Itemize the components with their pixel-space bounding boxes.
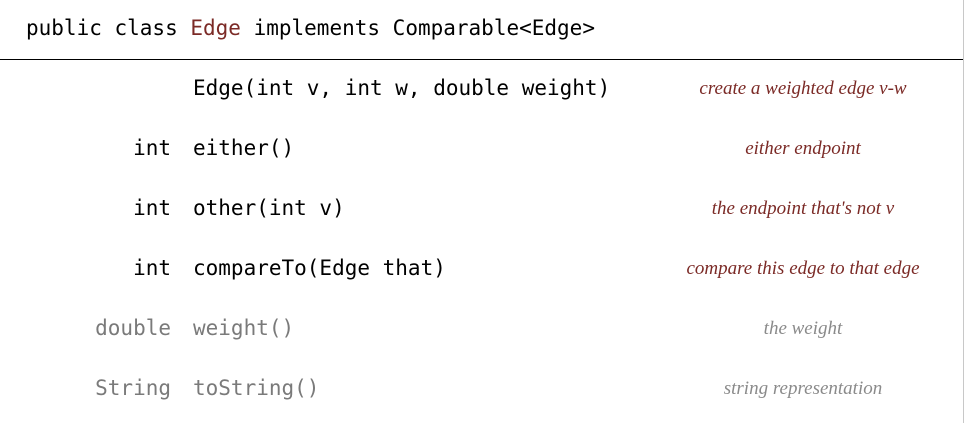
- api-row-weight: double weight() the weight: [0, 300, 963, 360]
- return-type: String: [95, 376, 171, 400]
- class-declaration-prefix: public class: [26, 16, 191, 40]
- return-type: double: [95, 316, 171, 340]
- api-row-compareto: int compareTo(Edge that) compare this ed…: [0, 240, 963, 300]
- api-table: Edge(int v, int w, double weight) create…: [0, 60, 963, 423]
- method-description: compare this edge to that edge: [686, 258, 920, 279]
- method-signature: weight(): [193, 316, 295, 340]
- right-border: [963, 0, 964, 423]
- api-row-constructor: Edge(int v, int w, double weight) create…: [0, 60, 963, 120]
- api-row-either: int either() either endpoint: [0, 120, 963, 180]
- return-type: int: [133, 136, 171, 160]
- return-type: int: [133, 196, 171, 220]
- api-header: public class Edge implements Comparable<…: [0, 0, 963, 59]
- class-name: Edge: [190, 16, 241, 40]
- return-type: int: [133, 256, 171, 280]
- method-description: either endpoint: [745, 138, 861, 159]
- method-signature: compareTo(Edge that): [193, 256, 446, 280]
- method-description: string representation: [723, 378, 883, 399]
- method-signature: either(): [193, 136, 295, 160]
- method-description: the weight: [763, 318, 843, 339]
- method-signature: toString(): [193, 376, 320, 400]
- method-signature: other(int v): [193, 196, 345, 220]
- method-signature: Edge(int v, int w, double weight): [193, 76, 611, 100]
- api-row-tostring: String toString() string representation: [0, 360, 963, 420]
- class-declaration-suffix: implements Comparable<Edge>: [240, 16, 595, 40]
- api-row-other: int other(int v) the endpoint that's not…: [0, 180, 963, 240]
- method-description: create a weighted edge v-w: [699, 78, 907, 99]
- class-declaration: public class Edge implements Comparable<…: [26, 16, 595, 40]
- method-description: the endpoint that's not v: [711, 198, 895, 219]
